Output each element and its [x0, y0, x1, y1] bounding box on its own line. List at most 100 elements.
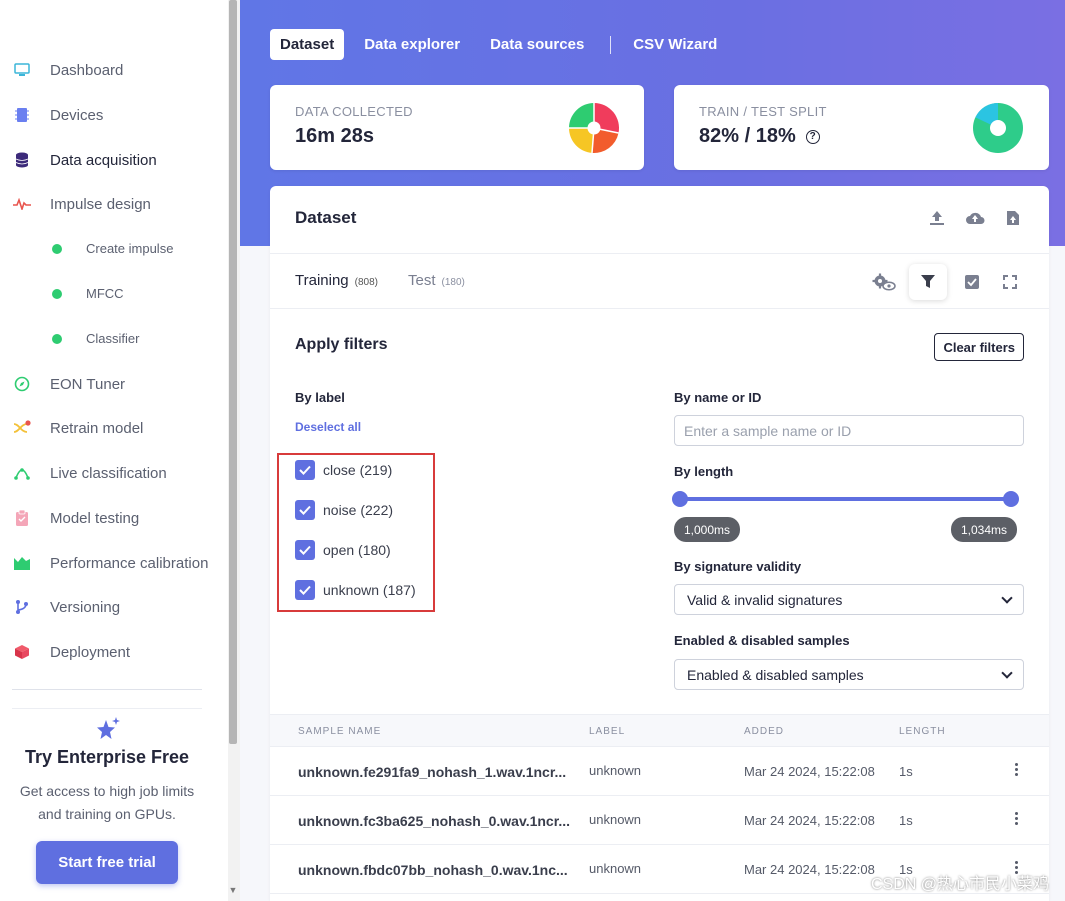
tab-dataset[interactable]: Dataset [270, 29, 345, 60]
expand-icon[interactable] [997, 269, 1023, 295]
sidebar-item-versioning[interactable]: Versioning [12, 595, 120, 619]
checkbox-checked-icon[interactable] [295, 500, 315, 520]
panel-title: Dataset [295, 208, 357, 227]
label-filter-open[interactable]: open (180) [295, 540, 391, 560]
sparkle-icon [94, 716, 122, 749]
stat-label: TRAIN / TEST SPLIT [699, 104, 827, 119]
checkbox-checked-icon[interactable] [295, 460, 315, 480]
tab-data-sources[interactable]: Data sources [480, 29, 594, 60]
top-tabs: Dataset Data explorer Data sources CSV W… [270, 29, 737, 60]
checkbox-label: close (219) [323, 462, 393, 478]
tab-label: Training [295, 272, 349, 289]
chevron-down-icon [1001, 666, 1013, 679]
label-cell: unknown [589, 763, 642, 778]
cloud-upload-icon[interactable] [965, 208, 985, 228]
sidebar-scrollbar[interactable]: ▼ [228, 0, 240, 901]
sidebar-item-data-acquisition[interactable]: Data acquisition [12, 148, 157, 172]
by-name-heading: By name or ID [674, 390, 762, 405]
sidebar-item-live-classification[interactable]: Live classification [12, 461, 167, 485]
sidebar-item-label: Model testing [50, 509, 140, 527]
tab-training[interactable]: Training (808) [295, 272, 378, 289]
label-filter-unknown[interactable]: unknown (187) [295, 580, 416, 600]
signature-validity-select[interactable]: Valid & invalid signatures [674, 584, 1024, 615]
enabled-samples-select[interactable]: Enabled & disabled samples [674, 659, 1024, 690]
sample-name-cell[interactable]: unknown.fc3ba625_nohash_0.wav.1ncr... [298, 813, 578, 829]
by-length-heading: By length [674, 464, 734, 479]
sidebar-item-model-testing[interactable]: Model testing [12, 506, 139, 530]
column-header-sample-name[interactable]: SAMPLE NAME [298, 726, 381, 737]
sample-name-cell[interactable]: unknown.fbdc07bb_nohash_0.wav.1nc... [298, 862, 578, 878]
clear-filters-button[interactable]: Clear filters [934, 333, 1024, 361]
length-slider-max-handle[interactable] [1003, 491, 1019, 507]
sidebar-item-retrain-model[interactable]: Retrain model [12, 416, 143, 440]
sidebar-item-label: Deployment [50, 643, 131, 661]
length-slider-min-handle[interactable] [672, 491, 688, 507]
sidebar-divider [12, 689, 202, 690]
tab-data-explorer[interactable]: Data explorer [354, 29, 470, 60]
tab-csv-wizard[interactable]: CSV Wizard [623, 29, 727, 60]
sidebar-item-eon-tuner[interactable]: EON Tuner [12, 372, 125, 396]
sidebar-item-performance-calibration[interactable]: Performance calibration [12, 551, 208, 575]
sidebar-item-deployment[interactable]: Deployment [12, 640, 130, 664]
dot-icon [52, 333, 62, 344]
help-icon[interactable]: ? [805, 129, 820, 144]
select-checkbox-icon[interactable] [959, 269, 985, 295]
settings-eye-icon[interactable] [871, 269, 897, 295]
more-options-icon[interactable] [1015, 812, 1019, 825]
stat-value: 16m 28s [295, 125, 374, 148]
sidebar-item-impulse-design[interactable]: Impulse design [12, 192, 151, 216]
sidebar: Dashboard Devices Data acquisition Impul… [0, 0, 228, 901]
signal-icon [12, 463, 32, 483]
label-filter-noise[interactable]: noise (222) [295, 500, 393, 520]
column-header-length[interactable]: LENGTH [899, 726, 946, 737]
checkbox-label: open (180) [323, 542, 391, 558]
stat-value: 82% / 18% ? [699, 125, 820, 148]
table-row[interactable]: unknown.fe291fa9_nohash_1.wav.1ncr... un… [270, 747, 1049, 796]
stat-label: DATA COLLECTED [295, 104, 413, 119]
sidebar-divider [12, 708, 202, 709]
sidebar-item-create-impulse[interactable]: Create impulse [52, 241, 173, 256]
sidebar-item-devices[interactable]: Devices [12, 103, 103, 127]
start-free-trial-button[interactable]: Start free trial [36, 841, 178, 884]
checkbox-label: unknown (187) [323, 582, 416, 598]
tab-count: (180) [441, 277, 465, 288]
deselect-all-link[interactable]: Deselect all [295, 420, 361, 434]
filter-icon[interactable] [909, 264, 947, 300]
column-header-added[interactable]: ADDED [744, 726, 784, 737]
sidebar-item-label: Live classification [50, 464, 167, 482]
sidebar-item-dashboard[interactable]: Dashboard [12, 58, 123, 82]
checkbox-label: noise (222) [323, 502, 394, 518]
compass-icon [12, 374, 32, 394]
train-test-pie-icon [973, 103, 1023, 153]
pulse-icon [12, 194, 32, 214]
tab-test[interactable]: Test (180) [408, 272, 465, 289]
sample-name-cell[interactable]: unknown.fe291fa9_nohash_1.wav.1ncr... [298, 764, 578, 780]
table-row[interactable]: unknown.fc3ba625_nohash_0.wav.1ncr... un… [270, 796, 1049, 845]
sample-name-search-input[interactable] [674, 415, 1024, 446]
scrollbar-thumb[interactable] [229, 0, 237, 744]
column-header-label[interactable]: LABEL [589, 726, 625, 737]
scroll-down-arrow-icon[interactable]: ▼ [228, 885, 238, 895]
enabled-samples-heading: Enabled & disabled samples [674, 633, 850, 648]
enterprise-title: Try Enterprise Free [24, 747, 190, 767]
tab-label: Test [408, 272, 436, 289]
sidebar-item-label: Impulse design [50, 195, 151, 213]
sidebar-item-label: Dashboard [50, 61, 124, 79]
table-header: SAMPLE NAME LABEL ADDED LENGTH [270, 714, 1049, 747]
train-test-split-card: TRAIN / TEST SPLIT 82% / 18% ? [674, 85, 1049, 170]
enterprise-line: and training on GPUs. [38, 806, 176, 822]
sidebar-item-classifier[interactable]: Classifier [52, 331, 139, 346]
export-file-icon[interactable] [1003, 208, 1023, 228]
more-options-icon[interactable] [1015, 763, 1019, 776]
sidebar-item-mfcc[interactable]: MFCC [52, 286, 124, 301]
clipboard-icon [12, 508, 32, 528]
length-slider-track[interactable] [680, 497, 1011, 501]
dot-icon [52, 243, 62, 254]
checkbox-checked-icon[interactable] [295, 580, 315, 600]
label-filter-close[interactable]: close (219) [295, 460, 392, 480]
upload-icon[interactable] [927, 208, 947, 228]
select-value: Valid & invalid signatures [687, 591, 843, 608]
divider [270, 253, 1049, 254]
checkbox-checked-icon[interactable] [295, 540, 315, 560]
dataset-panel: Dataset Training (808) Test (180) Apply fi… [270, 186, 1049, 901]
